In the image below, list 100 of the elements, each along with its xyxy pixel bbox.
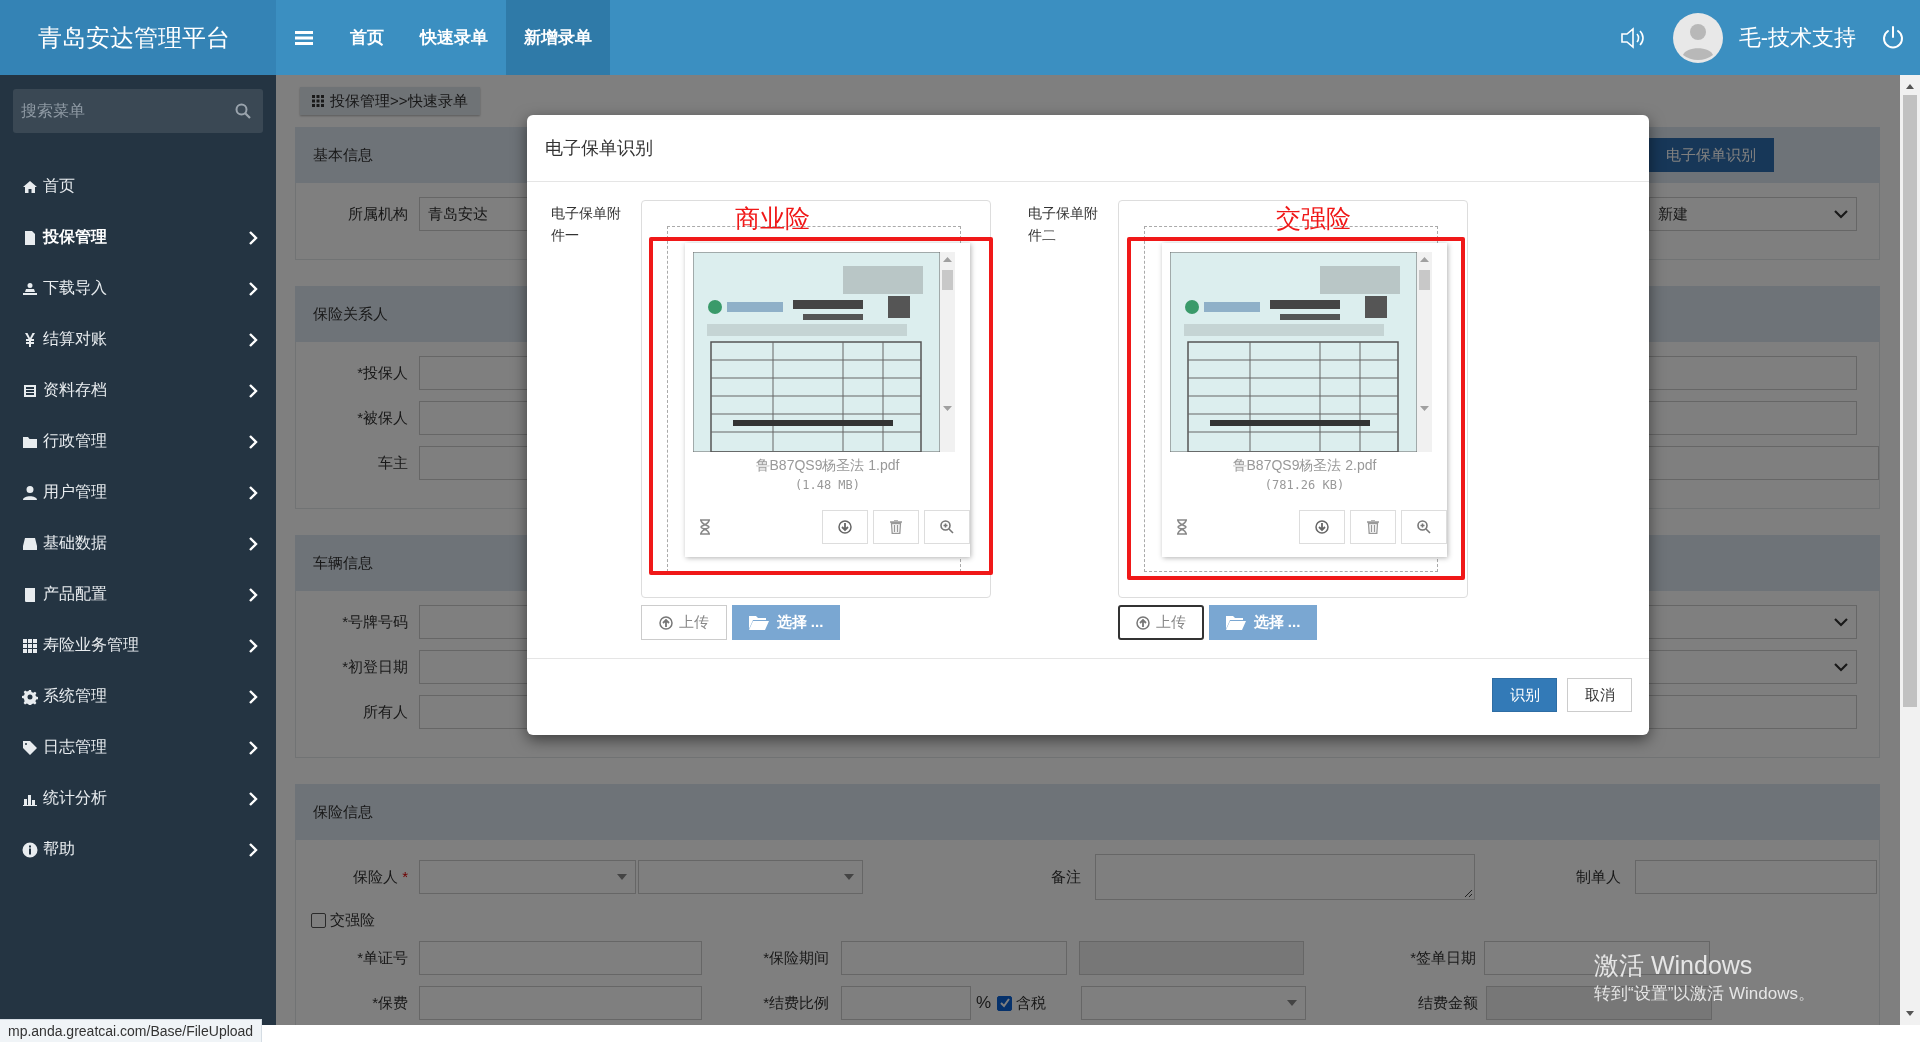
zoom-in-icon bbox=[940, 520, 954, 534]
checkbox[interactable] bbox=[311, 913, 326, 928]
drive-icon bbox=[22, 535, 38, 552]
download-icon bbox=[1315, 520, 1329, 534]
dropdown-field[interactable] bbox=[419, 860, 636, 894]
breadcrumb-text: 投保管理>>快速录单 bbox=[330, 91, 468, 111]
checkbox-label: 交强险 bbox=[330, 911, 375, 930]
chevron-down-icon bbox=[1834, 209, 1848, 219]
scrollbar[interactable] bbox=[1900, 75, 1920, 1025]
select-field[interactable]: 新建 bbox=[1649, 197, 1857, 231]
field-label: *单证号 bbox=[357, 948, 408, 966]
zoom-button[interactable] bbox=[1401, 510, 1447, 544]
activation-watermark-hint: 转到“设置”以激活 Windows。 bbox=[1594, 983, 1815, 1005]
field-label: *结费比例 bbox=[763, 993, 829, 1011]
avatar[interactable] bbox=[1672, 12, 1723, 63]
folder-icon bbox=[1225, 615, 1246, 630]
caret-down-icon bbox=[844, 874, 854, 880]
menu-icon bbox=[295, 29, 313, 46]
annotation-label: 商业险 bbox=[735, 203, 810, 233]
section-title: 保险关系人 bbox=[313, 304, 388, 324]
modal-title: 电子保单识别 bbox=[545, 137, 653, 160]
sidebar-item[interactable]: 投保管理 bbox=[0, 212, 276, 263]
tag-icon bbox=[22, 739, 38, 756]
file-name: 鲁B87QS9杨圣法 2.pdf bbox=[1231, 457, 1378, 475]
attachment-label: 电子保单附件一 bbox=[551, 204, 621, 245]
upload-button[interactable]: 上传 bbox=[1118, 605, 1204, 640]
user-name[interactable]: 毛-技术支持 bbox=[1738, 22, 1856, 53]
list-icon bbox=[22, 382, 38, 399]
trash-icon bbox=[1367, 520, 1379, 534]
sidebar-item[interactable]: 用户管理 bbox=[0, 467, 276, 518]
section-title: 基本信息 bbox=[313, 145, 373, 165]
checkbox[interactable] bbox=[997, 995, 1013, 1011]
sidebar-item[interactable]: 帮助 bbox=[0, 824, 276, 875]
book-icon bbox=[22, 586, 38, 603]
field-label: 备注 bbox=[1051, 867, 1081, 885]
resize-grip-icon bbox=[1464, 889, 1472, 897]
download-icon bbox=[838, 520, 852, 534]
grid-icon bbox=[22, 637, 38, 654]
user-icon bbox=[22, 484, 38, 501]
download-button[interactable] bbox=[1299, 510, 1345, 544]
scrollbar[interactable] bbox=[1417, 252, 1432, 452]
scrollbar[interactable] bbox=[940, 252, 955, 452]
file-icon bbox=[22, 229, 38, 246]
text-field[interactable] bbox=[419, 941, 702, 975]
sidebar-item[interactable]: 统计分析 bbox=[0, 773, 276, 824]
field-label: 制单人 bbox=[1576, 867, 1621, 885]
dropdown-field[interactable] bbox=[1081, 986, 1307, 1020]
chevron-down-icon bbox=[1834, 662, 1848, 672]
nav-tab[interactable]: 首页 bbox=[332, 0, 402, 75]
sidebar-item[interactable]: 资料存档 bbox=[0, 365, 276, 416]
text-field[interactable] bbox=[419, 986, 702, 1020]
sidebar-item[interactable]: 基础数据 bbox=[0, 518, 276, 569]
upload-button[interactable]: 上传 bbox=[641, 605, 727, 640]
sidebar-item[interactable]: 下载导入 bbox=[0, 263, 276, 314]
nav-tab[interactable]: 新增录单 bbox=[506, 0, 610, 75]
caret-down-icon bbox=[617, 874, 627, 880]
nav-tab[interactable]: 快速录单 bbox=[402, 0, 506, 75]
attachment-label: 电子保单附件二 bbox=[1028, 204, 1098, 245]
unit-label: % bbox=[976, 993, 992, 1013]
required-mark: * bbox=[402, 867, 408, 885]
sidebar-item[interactable]: 日志管理 bbox=[0, 722, 276, 773]
sidebar-item[interactable]: 产品配置 bbox=[0, 569, 276, 620]
delete-button[interactable] bbox=[1350, 510, 1396, 544]
field-label: *投保人 bbox=[357, 363, 408, 381]
zoom-in-icon bbox=[1417, 520, 1431, 534]
folder-icon bbox=[748, 615, 769, 630]
home-icon bbox=[22, 178, 38, 195]
info-icon bbox=[22, 841, 38, 858]
field-label: *保费 bbox=[372, 993, 408, 1011]
delete-button[interactable] bbox=[873, 510, 919, 544]
field-label: 车主 bbox=[378, 453, 408, 471]
sidebar-item[interactable]: 结算对账 bbox=[0, 314, 276, 365]
sidebar-item[interactable]: 行政管理 bbox=[0, 416, 276, 467]
grid-icon bbox=[312, 95, 324, 107]
recognize-button[interactable]: 识别 bbox=[1492, 678, 1557, 712]
cancel-button[interactable]: 取消 bbox=[1567, 678, 1632, 712]
brand-title: 青岛安达管理平台 bbox=[0, 0, 276, 75]
text-field[interactable] bbox=[1635, 860, 1877, 894]
speaker-icon[interactable] bbox=[1618, 25, 1647, 50]
field-label: 结费金额 bbox=[1418, 993, 1479, 1011]
upload-icon bbox=[1136, 615, 1150, 630]
text-field[interactable] bbox=[841, 986, 971, 1020]
power-icon[interactable] bbox=[1880, 24, 1906, 51]
section-title: 车辆信息 bbox=[313, 553, 373, 573]
upload-icon bbox=[659, 615, 673, 630]
section-title: 保险信息 bbox=[313, 802, 373, 822]
remarks-field[interactable] bbox=[1095, 854, 1475, 900]
field-label: 所有人 bbox=[363, 702, 408, 720]
text-field[interactable] bbox=[841, 941, 1067, 975]
sidebar-item[interactable]: 首页 bbox=[0, 161, 276, 212]
file-size: (1.48 MB) bbox=[794, 478, 861, 492]
yen-icon bbox=[22, 331, 38, 348]
sidebar-item[interactable]: 寿险业务管理 bbox=[0, 620, 276, 671]
zoom-button[interactable] bbox=[924, 510, 970, 544]
field-label: 所属机构 bbox=[348, 204, 408, 222]
download-button[interactable] bbox=[822, 510, 868, 544]
annotation-label: 交强险 bbox=[1276, 203, 1351, 233]
dropdown-field[interactable] bbox=[638, 860, 863, 894]
search-icon bbox=[235, 103, 251, 119]
sidebar-item[interactable]: 系统管理 bbox=[0, 671, 276, 722]
